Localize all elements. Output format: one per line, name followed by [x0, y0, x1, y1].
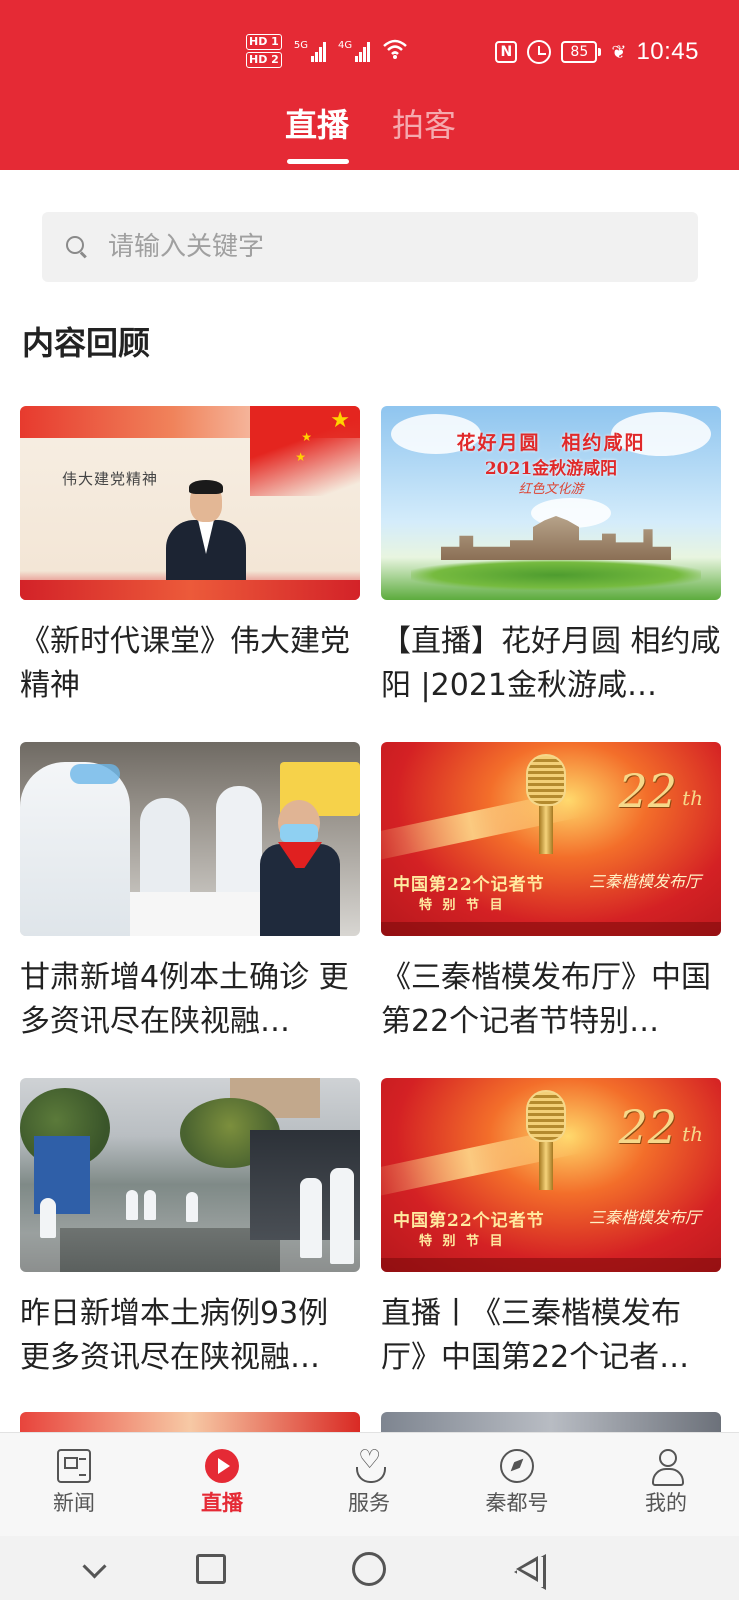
thumbnail-number: 22: [618, 1100, 677, 1154]
clock: 10:45: [636, 38, 699, 65]
nav-service[interactable]: 服务: [314, 1445, 424, 1517]
tab-live[interactable]: 直播: [285, 105, 349, 145]
thumbnail-caption-1: 花好月圆 相约咸阳: [456, 432, 646, 454]
person-icon: [649, 1449, 684, 1486]
thumbnail-number: 22: [618, 764, 677, 818]
alarm-icon: [527, 40, 552, 64]
covid-testing-thumbnail[interactable]: [20, 742, 360, 936]
street-checkpoint-thumbnail[interactable]: [20, 1078, 360, 1272]
thumbnail-ordinal: th: [682, 1122, 703, 1146]
app-header: HD 1 HD 2 5G 4G N 85 ❦ 10:45 直播 拍客: [0, 0, 739, 170]
thumbnail-caption-3: 三秦楷模发布厅: [589, 1208, 702, 1227]
journalist-day-thumbnail[interactable]: 22 th 中国第22个记者节 特 别 节 目 三秦楷模发布厅: [381, 742, 721, 936]
card-title[interactable]: 《三秦楷模发布厅》中国第22个记者节特别…: [381, 956, 721, 1044]
hide-nav-chevron-icon[interactable]: [76, 1552, 110, 1586]
video-card[interactable]: 22 th 中国第22个记者节 特 别 节 目 三秦楷模发布厅 直播丨《三秦楷模…: [381, 1078, 721, 1380]
newspaper-icon: [57, 1449, 91, 1483]
tab-paike[interactable]: 拍客: [392, 105, 456, 145]
card-title[interactable]: 甘肃新增4例本土确诊 更多资讯尽在陕视融…: [20, 956, 360, 1044]
hd2-indicator: HD 2: [246, 52, 282, 68]
thumbnail-caption: 伟大建党精神: [62, 470, 159, 488]
status-right: N 85 ❦ 10:45: [495, 38, 699, 66]
network-4g-label: 4G: [337, 40, 353, 51]
thumbnail-caption-2: 特 别 节 目: [419, 898, 506, 913]
journalist-day-thumbnail[interactable]: 22 th 中国第22个记者节 特 别 节 目 三秦楷模发布厅: [381, 1078, 721, 1272]
nav-label: 我的: [645, 1491, 687, 1515]
nfc-icon: N: [495, 41, 518, 63]
search-icon: [66, 236, 88, 258]
search-input[interactable]: [108, 232, 648, 262]
status-bar: HD 1 HD 2 5G 4G N 85 ❦ 10:45: [0, 30, 739, 80]
hd-voice-indicators: HD 1 HD 2: [246, 34, 282, 68]
card-title[interactable]: 《新时代课堂》伟大建党精神: [20, 620, 360, 708]
card-title[interactable]: 直播丨《三秦楷模发布厅》中国第22个记者…: [381, 1292, 721, 1380]
nav-label: 直播: [201, 1491, 243, 1515]
thumbnail-caption-2: 2021金秋游咸阳: [484, 459, 618, 479]
section-title: 内容回顾: [22, 324, 151, 362]
thumbnail-caption-2: 特 别 节 目: [419, 1234, 506, 1249]
next-card-thumbnail-peek[interactable]: [20, 1412, 360, 1432]
eco-leaf-icon: ❦: [611, 41, 627, 63]
lecture-thumbnail[interactable]: ★ ★ ★ 伟大建党精神: [20, 406, 360, 600]
active-tab-indicator: [287, 159, 349, 164]
nav-label: 新闻: [53, 1491, 95, 1515]
battery-icon: 85: [561, 41, 602, 63]
signal-5g-icon: 5G: [294, 40, 326, 62]
network-5g-label: 5G: [293, 40, 308, 51]
status-left: HD 1 HD 2 5G 4G: [246, 34, 408, 68]
card-title[interactable]: 昨日新增本土病例93例 更多资讯尽在陕视融…: [20, 1292, 360, 1380]
thumbnail-caption-3: 三秦楷模发布厅: [589, 872, 702, 891]
thumbnail-ordinal: th: [682, 786, 703, 810]
nav-me[interactable]: 我的: [611, 1449, 721, 1517]
recents-square-icon[interactable]: [196, 1554, 226, 1584]
nav-news[interactable]: 新闻: [19, 1449, 129, 1517]
compass-icon: [500, 1449, 534, 1483]
video-card[interactable]: ★ ★ ★ 伟大建党精神 《新时代课堂》伟大建党精神: [20, 406, 360, 708]
nav-qindu[interactable]: 秦都号: [462, 1449, 572, 1517]
thumbnail-caption-1: 中国第22个记者节: [393, 875, 545, 895]
bottom-nav: 新闻 直播 服务 秦都号 我的: [0, 1432, 739, 1536]
nav-label: 服务: [348, 1491, 390, 1515]
heart-hand-icon: [352, 1445, 386, 1483]
video-card[interactable]: 22 th 中国第22个记者节 特 别 节 目 三秦楷模发布厅 《三秦楷模发布厅…: [381, 742, 721, 1044]
video-card[interactable]: 甘肃新增4例本土确诊 更多资讯尽在陕视融…: [20, 742, 360, 1044]
hd1-indicator: HD 1: [246, 34, 282, 50]
top-tabs: 直播 拍客: [0, 105, 739, 165]
thumbnail-caption-1: 中国第22个记者节: [393, 1211, 545, 1231]
festival-thumbnail[interactable]: 花好月圆 相约咸阳 2021金秋游咸阳 红色文化游: [381, 406, 721, 600]
nav-label: 秦都号: [485, 1491, 549, 1515]
home-circle-icon[interactable]: [352, 1552, 386, 1586]
video-card[interactable]: 花好月圆 相约咸阳 2021金秋游咸阳 红色文化游 【直播】花好月圆 相约咸阳 …: [381, 406, 721, 708]
search-bar[interactable]: [42, 212, 698, 282]
nav-live[interactable]: 直播: [167, 1449, 277, 1517]
video-card[interactable]: 昨日新增本土病例93例 更多资讯尽在陕视融…: [20, 1078, 360, 1380]
system-nav-bar: [0, 1536, 739, 1600]
next-card-thumbnail-peek[interactable]: [381, 1412, 721, 1432]
play-circle-icon: [205, 1449, 239, 1483]
wifi-icon: [382, 38, 408, 65]
back-triangle-icon[interactable]: [510, 1552, 544, 1586]
signal-4g-icon: 4G: [337, 40, 371, 62]
battery-level: 85: [561, 41, 598, 63]
card-title[interactable]: 【直播】花好月圆 相约咸阳 |2021金秋游咸…: [381, 620, 721, 708]
thumbnail-caption-3: 红色文化游: [518, 482, 584, 497]
